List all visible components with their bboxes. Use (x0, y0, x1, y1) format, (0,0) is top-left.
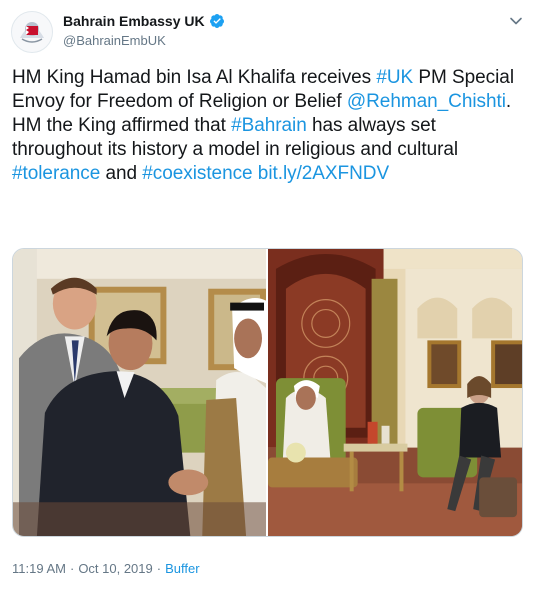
photo-meeting[interactable] (268, 249, 522, 536)
hashtag-uk-link[interactable]: #UK (376, 67, 413, 88)
embassy-logo-icon (12, 12, 52, 52)
tweet-text-segment: and (100, 163, 143, 184)
short-url-link[interactable]: bit.ly/2AXFNDV (258, 163, 389, 184)
photo-handshake[interactable] (13, 249, 268, 536)
avatar[interactable] (11, 11, 53, 53)
photo-handshake-image (13, 249, 266, 536)
chevron-down-icon[interactable] (509, 14, 523, 28)
separator-dot: · (156, 561, 162, 576)
photo-meeting-image (268, 249, 522, 536)
account-name-row: Bahrain Embassy UK (63, 13, 225, 29)
tweet-time[interactable]: 11:19 AM (12, 561, 66, 576)
display-name[interactable]: Bahrain Embassy UK (63, 13, 205, 29)
tweet-metadata: 11:19 AM · Oct 10, 2019 · Buffer (12, 561, 200, 576)
tweet-date[interactable]: Oct 10, 2019 (78, 561, 152, 576)
verified-badge-icon (209, 14, 224, 28)
account-handle[interactable]: @BahrainEmbUK (63, 33, 166, 48)
hashtag-coexistence-link[interactable]: #coexistence (142, 163, 252, 184)
hashtag-tolerance-link[interactable]: #tolerance (12, 163, 100, 184)
tweet-source-link[interactable]: Buffer (165, 561, 199, 576)
tweet-text: HM King Hamad bin Isa Al Khalifa receive… (12, 66, 527, 186)
tweet-text-segment: HM King Hamad bin Isa Al Khalifa receive… (12, 67, 377, 88)
separator-dot: · (69, 561, 75, 576)
media-grid (12, 248, 523, 537)
mention-link[interactable]: @Rehman_Chishti (347, 91, 506, 112)
hashtag-bahrain-link[interactable]: #Bahrain (231, 115, 307, 136)
